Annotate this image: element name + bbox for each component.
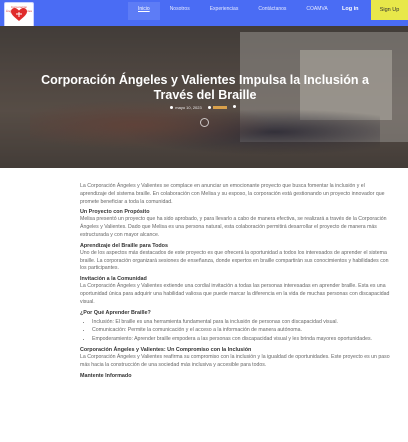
post-date: mayo 10, 2023 xyxy=(170,105,202,110)
top-navbar: Corporación Ángeles y Valientes Inicio N… xyxy=(0,0,408,28)
section-heading: ¿Por Qué Aprender Braille? xyxy=(80,309,151,316)
author-name-highlight xyxy=(212,106,227,110)
section-heading: Aprendizaje del Braille para Todos xyxy=(80,242,168,249)
nav-links: Inicio Nosotros Experiencias Contáctanos… xyxy=(128,2,338,22)
post-author[interactable] xyxy=(207,105,227,110)
benefits-list: Inclusión: El braille es una herramienta… xyxy=(92,319,390,344)
calendar-icon xyxy=(170,106,174,110)
list-item: Empoderamiento: Aprender braille empoder… xyxy=(92,336,390,344)
nav-link-contactanos[interactable]: Contáctanos xyxy=(248,2,296,20)
nav-link-inicio[interactable]: Inicio xyxy=(128,2,160,20)
logo[interactable]: Corporación Ángeles y Valientes xyxy=(4,2,34,28)
section-text: Melisa presentó un proyecto que ha sido … xyxy=(80,216,387,238)
comment-icon xyxy=(232,105,236,108)
article-intro: La Corporación Ángeles y Valientes se co… xyxy=(80,183,385,205)
post-date-text: mayo 10, 2023 xyxy=(175,105,202,110)
section-heading: Corporación Ángeles y Valientes: Un Comp… xyxy=(80,346,252,353)
section-text: La Corporación Ángeles y Valientes extie… xyxy=(80,283,390,305)
nav-link-experiencias[interactable]: Experiencias xyxy=(200,2,249,20)
list-item: Comunicación: Permite la comunicación y … xyxy=(92,327,390,335)
section-text: La Corporación Ángeles y Valientes reafi… xyxy=(80,353,390,368)
nav-link-coamva[interactable]: COAMVA xyxy=(296,2,337,20)
login-link[interactable]: Log in xyxy=(342,6,359,12)
list-item: Inclusión: El braille es una herramienta… xyxy=(92,319,390,327)
signup-button[interactable]: Sign Up xyxy=(371,0,408,20)
scroll-down-icon[interactable] xyxy=(200,118,209,127)
section-heading: Un Proyecto con Propósito xyxy=(80,209,150,216)
hero-banner: Corporación Ángeles y Valientes Impulsa … xyxy=(0,26,408,168)
nav-link-nosotros[interactable]: Nosotros xyxy=(160,2,200,20)
article-body: La Corporación Ángeles y Valientes se co… xyxy=(80,183,390,380)
section-text: Uno de los aspectos más destacados de es… xyxy=(80,249,389,272)
user-icon xyxy=(207,106,211,110)
article-meta: mayo 10, 2023 xyxy=(0,105,408,110)
article-title: Corporación Ángeles y Valientes Impulsa … xyxy=(41,73,369,102)
section-heading: Mantente Informado xyxy=(80,372,132,379)
logo-text: Corporación Ángeles y Valientes xyxy=(5,5,33,13)
